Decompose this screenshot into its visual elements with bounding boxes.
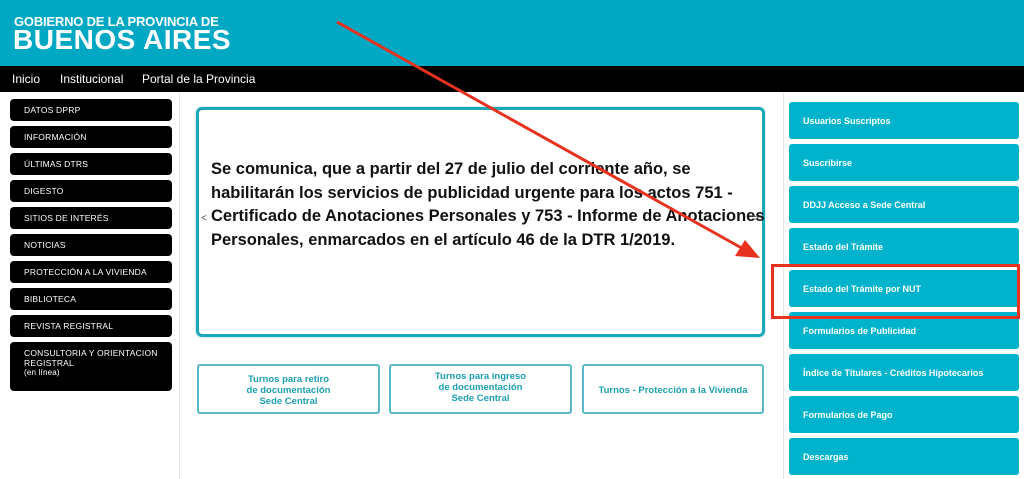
page: GOBIERNO DE LA PROVINCIA DE BUENOS AIRES… (0, 0, 1024, 479)
annotation-arrow-icon (336, 20, 760, 258)
